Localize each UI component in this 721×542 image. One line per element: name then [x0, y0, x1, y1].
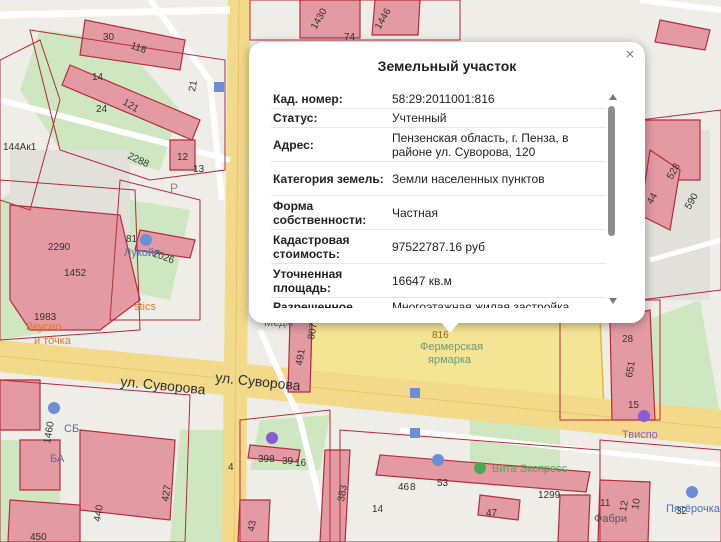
info-key: Статус: — [273, 111, 318, 125]
poi-label: ярмарка — [428, 354, 472, 366]
info-value: Земли населенных пунктов — [392, 171, 545, 186]
poi-label: СБ — [64, 423, 79, 435]
info-value: Учтенный — [392, 111, 447, 125]
parcel-number: 14 — [372, 504, 384, 515]
popup-scrollbar[interactable] — [607, 94, 619, 304]
parcel-number: 39 — [282, 456, 294, 467]
parcel-number: 11 — [600, 498, 611, 509]
bus-stop-icon — [410, 428, 420, 438]
poi-label: Пятёрочка — [666, 503, 721, 515]
scroll-up-icon[interactable] — [609, 94, 617, 100]
parcel-info-table[interactable]: Кад. номер: 58:29:2011001:816 Статус: Уч… — [271, 90, 606, 308]
parcel-number: 24 — [96, 104, 108, 115]
poi-label: Лукойл — [124, 247, 160, 259]
info-key: Кадастровая стоимость: — [273, 232, 350, 261]
parcel-number: 30 — [103, 32, 115, 43]
info-row: Разрешенное Многоэтажная жилая застройка — [271, 298, 606, 308]
parcel-number: 1452 — [64, 268, 87, 279]
poi-label: stics — [134, 301, 157, 313]
info-row: Уточненная площадь: 16647 кв.м — [271, 264, 606, 298]
parcel-number: 28 — [622, 334, 634, 345]
popup-title: Земельный участок — [377, 58, 517, 74]
shop-icon — [474, 462, 486, 474]
parcel-number: 16 — [295, 458, 307, 469]
parcel-number: 15 — [628, 400, 640, 411]
info-key: Адрес: — [273, 137, 314, 152]
parcel-number: 12 — [177, 152, 189, 163]
info-key: Категория земель: — [273, 171, 384, 186]
poi-label: БА — [50, 453, 65, 465]
parcel-number: 81 — [126, 234, 138, 245]
parcel-number: 13 — [193, 164, 205, 175]
parcel-number: 53 — [437, 478, 449, 489]
info-value: Частная — [392, 205, 438, 220]
popup-pointer — [440, 321, 460, 333]
parcel-number: 398 — [258, 454, 275, 465]
info-row: Категория земель: Земли населенных пункт… — [271, 162, 606, 196]
poi-label: Вита Экспресс — [492, 463, 568, 475]
parcel-number: 4 — [228, 462, 234, 473]
info-row: Кад. номер: 58:29:2011001:816 — [271, 90, 606, 109]
info-row: Кадастровая стоимость: 97522787.16 руб — [271, 230, 606, 264]
parcel-number: 144Ак1 — [3, 142, 37, 153]
poi-label: Вкусно — [26, 321, 61, 333]
poi-label: Фермерская — [420, 341, 483, 353]
parking-icon: P — [170, 181, 178, 195]
parcel-number: 2290 — [48, 242, 71, 253]
info-key: Кад. номер: — [273, 92, 343, 106]
info-row: Форма собственности: Частная — [271, 196, 606, 230]
shop-icon — [266, 432, 278, 444]
parcel-number: 1299 — [538, 490, 561, 501]
land-parcel-popup: Земельный участок × Кад. номер: 58:29:20… — [249, 42, 645, 323]
info-value: 16647 кв.м — [392, 273, 452, 288]
fuel-icon — [140, 234, 152, 246]
parcel-number: 14 — [92, 72, 104, 83]
shop-icon — [432, 454, 444, 466]
parcel-number: 47 — [486, 508, 498, 519]
poi-label: и точка — [34, 335, 72, 347]
bus-stop-icon — [410, 388, 420, 398]
info-value: 58:29:2011001:816 — [392, 92, 495, 106]
info-row: Статус: Учтенный — [271, 109, 606, 128]
poi-label: Твиспо — [622, 429, 658, 441]
shop-icon — [638, 410, 650, 422]
info-value: Многоэтажная жилая застройка — [392, 300, 570, 308]
bus-stop-icon — [214, 82, 224, 92]
poi-label: Фабри — [594, 513, 627, 525]
info-key: Форма собственности: — [273, 198, 367, 227]
info-value: 97522787.16 руб — [392, 239, 485, 254]
scroll-down-icon[interactable] — [609, 298, 617, 304]
bank-icon — [48, 402, 60, 414]
parcel-number: 450 — [30, 532, 47, 542]
scroll-thumb[interactable] — [608, 106, 615, 236]
info-key: Уточненная площадь: — [273, 266, 343, 295]
info-value: Пензенская область, г. Пенза, в районе у… — [392, 130, 569, 159]
close-icon[interactable]: × — [621, 46, 639, 64]
info-key: Разрешенное — [273, 300, 353, 308]
info-row: Адрес: Пензенская область, г. Пенза, в р… — [271, 128, 606, 162]
shop-icon — [686, 486, 698, 498]
parcel-number: 46 — [398, 482, 410, 493]
parcel-number: 8 — [410, 482, 416, 493]
